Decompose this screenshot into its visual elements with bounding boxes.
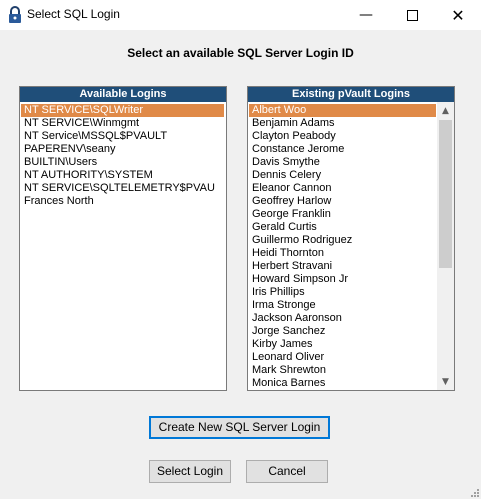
existing-login-item[interactable]: Jackson Aaronson <box>249 312 436 325</box>
available-login-item[interactable]: NT SERVICE\Winmgmt <box>21 117 224 130</box>
available-login-item[interactable]: BUILTIN\Users <box>21 156 224 169</box>
existing-login-item[interactable]: Herbert Stravani <box>249 260 436 273</box>
existing-login-item[interactable]: Iris Phillips <box>249 286 436 299</box>
existing-logins-panel: Existing pVault Logins Albert Woo Benjam… <box>247 86 455 391</box>
available-login-item[interactable]: NT AUTHORITY\SYSTEM <box>21 169 224 182</box>
select-login-button[interactable]: Select Login <box>149 460 231 483</box>
available-login-item[interactable]: NT SERVICE\SQLTELEMETRY$PVAU <box>21 182 224 195</box>
existing-login-item[interactable]: Gerald Curtis <box>249 221 436 234</box>
close-icon: ✕ <box>451 5 465 25</box>
dialog-heading: Select an available SQL Server Login ID <box>127 46 354 60</box>
existing-login-item[interactable]: Eleanor Cannon <box>249 182 436 195</box>
existing-logins-list[interactable]: Albert Woo Benjamin Adams Clayton Peabod… <box>248 102 454 390</box>
existing-login-item[interactable]: Constance Jerome <box>249 143 436 156</box>
existing-login-item[interactable]: Monica Barnes <box>249 377 436 390</box>
title-bar[interactable]: Select SQL Login — ✕ <box>0 0 481 30</box>
scroll-thumb[interactable] <box>439 120 452 268</box>
scroll-down-icon[interactable]: ▼ <box>437 373 454 390</box>
resize-grip-icon[interactable] <box>469 487 479 497</box>
minimize-icon: — <box>359 7 373 23</box>
maximize-icon <box>406 9 418 21</box>
scroll-up-icon[interactable]: ▲ <box>437 102 454 119</box>
available-login-item[interactable]: NT SERVICE\SQLWriter <box>21 104 224 117</box>
available-login-item[interactable]: PAPERENV\seany <box>21 143 224 156</box>
existing-login-item[interactable]: Irma Stronge <box>249 299 436 312</box>
existing-logins-header: Existing pVault Logins <box>248 87 454 102</box>
lock-icon <box>9 6 21 23</box>
existing-login-item[interactable]: Albert Woo <box>249 104 436 117</box>
existing-login-item[interactable]: Benjamin Adams <box>249 117 436 130</box>
available-logins-header: Available Logins <box>20 87 226 102</box>
existing-logins-scrollbar[interactable]: ▲ ▼ <box>437 102 454 390</box>
existing-login-item[interactable]: Kirby James <box>249 338 436 351</box>
close-button[interactable]: ✕ <box>435 0 481 30</box>
window-title: Select SQL Login <box>27 7 120 21</box>
cancel-button[interactable]: Cancel <box>246 460 328 483</box>
existing-login-item[interactable]: Guillermo Rodriguez <box>249 234 436 247</box>
existing-login-item[interactable]: Heidi Thornton <box>249 247 436 260</box>
existing-login-item[interactable]: Mark Shrewton <box>249 364 436 377</box>
available-logins-panel: Available Logins NT SERVICE\SQLWriter NT… <box>19 86 227 391</box>
existing-login-item[interactable]: George Franklin <box>249 208 436 221</box>
maximize-button[interactable] <box>389 0 435 30</box>
existing-login-item[interactable]: Howard Simpson Jr <box>249 273 436 286</box>
existing-login-item[interactable]: Dennis Celery <box>249 169 436 182</box>
minimize-button[interactable]: — <box>343 0 389 30</box>
existing-login-item[interactable]: Jorge Sanchez <box>249 325 436 338</box>
existing-login-item[interactable]: Davis Smythe <box>249 156 436 169</box>
existing-login-item[interactable]: Leonard Oliver <box>249 351 436 364</box>
available-login-item[interactable]: Frances North <box>21 195 224 208</box>
existing-login-item[interactable]: Geoffrey Harlow <box>249 195 436 208</box>
existing-login-item[interactable]: Clayton Peabody <box>249 130 436 143</box>
create-login-button[interactable]: Create New SQL Server Login <box>149 416 330 439</box>
available-logins-list[interactable]: NT SERVICE\SQLWriter NT SERVICE\Winmgmt … <box>20 102 226 208</box>
available-login-item[interactable]: NT Service\MSSQL$PVAULT <box>21 130 224 143</box>
